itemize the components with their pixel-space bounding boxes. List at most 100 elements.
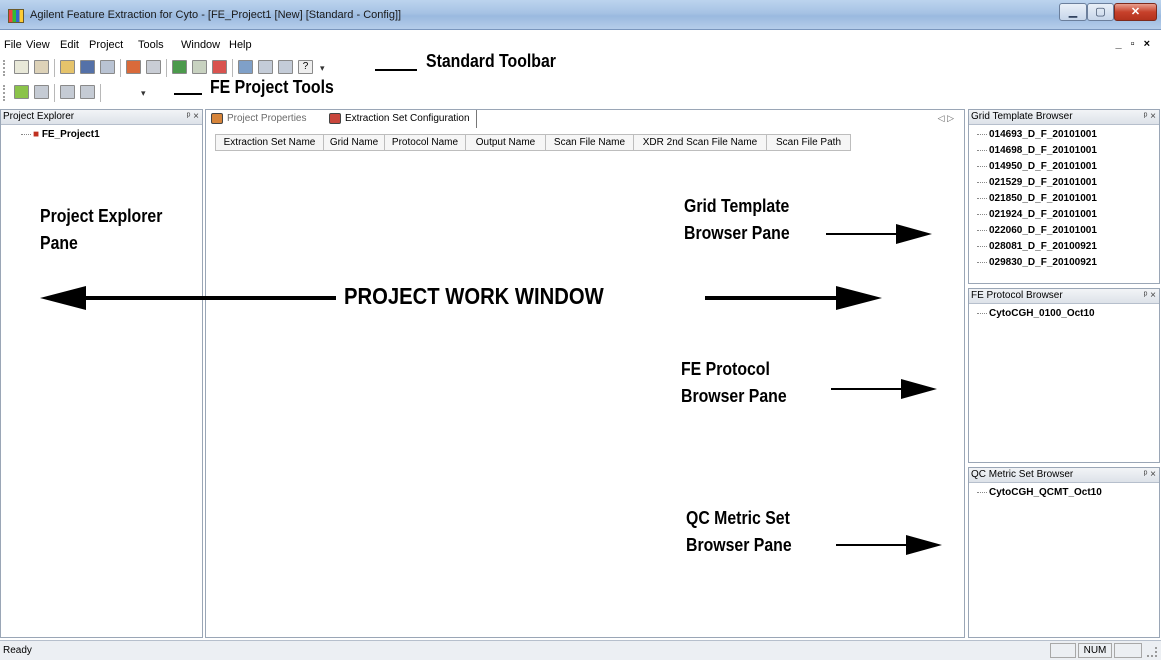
menu-window[interactable]: Window	[181, 39, 220, 51]
pane-pin-close-icons[interactable]: ᵖ ×	[1144, 110, 1156, 124]
save-icon[interactable]	[80, 60, 95, 74]
tree-connector	[977, 312, 987, 314]
tree-connector	[977, 181, 987, 183]
standard-toolbar: ? ▾	[0, 57, 360, 79]
toolbar-overflow-icon[interactable]: ▾	[320, 63, 325, 74]
tab-extraction-set-configuration[interactable]: Extraction Set Configuration	[327, 110, 477, 128]
toolbar-separator	[100, 84, 101, 102]
fe-project-tools-pointer	[174, 93, 202, 95]
annotation-line: Browser Pane	[684, 223, 790, 243]
qc-metric-set-browser-pane: QC Metric Set Browser ᵖ × CytoCGH_QCMT_O…	[968, 467, 1160, 638]
menu-file[interactable]: File	[4, 39, 22, 51]
column-header[interactable]: Scan File Name	[546, 134, 634, 151]
fe-protocol-browser-header: FE Protocol Browser ᵖ ×	[969, 289, 1159, 304]
open-folder-icon[interactable]	[60, 60, 75, 74]
list-item[interactable]: 022060_D_F_20101001	[977, 225, 1097, 236]
item-label: 022060_D_F_20101001	[989, 225, 1097, 236]
paste-set-icon[interactable]	[80, 85, 95, 99]
table-icon[interactable]	[258, 60, 273, 74]
list-icon[interactable]	[146, 60, 161, 74]
tree-item-project[interactable]: ■ FE_Project1	[21, 129, 100, 140]
status-bar: Ready NUM	[0, 640, 1161, 660]
project-explorer-annotation: Project Explorer Pane	[40, 203, 162, 257]
list-item[interactable]: 014693_D_F_20101001	[977, 129, 1097, 140]
toolbar-grip[interactable]	[3, 60, 8, 76]
column-header[interactable]: Scan File Path	[767, 134, 851, 151]
list-item[interactable]: 021529_D_F_20101001	[977, 177, 1097, 188]
toolbar-separator	[166, 59, 167, 77]
tab-scroll-arrows[interactable]: ◁ ▷	[938, 113, 954, 124]
list-item[interactable]: 014698_D_F_20101001	[977, 145, 1097, 156]
close-button[interactable]: ✕	[1114, 3, 1157, 21]
item-label: 028081_D_F_20100921	[989, 241, 1097, 252]
browse-icon[interactable]	[238, 60, 253, 74]
project-explorer-header: Project Explorer ᵖ ×	[1, 110, 202, 125]
tree-connector	[977, 261, 987, 263]
resize-grip[interactable]	[1147, 647, 1157, 657]
app-icon	[8, 9, 24, 23]
toolbar-overflow-icon[interactable]: ▾	[141, 88, 146, 99]
standard-toolbar-annotation: Standard Toolbar	[426, 51, 556, 71]
item-label: 014950_D_F_20101001	[989, 161, 1097, 172]
standard-toolbar-pointer	[375, 69, 417, 71]
help-icon[interactable]: ?	[298, 60, 313, 74]
pane-title: QC Metric Set Browser	[971, 469, 1074, 480]
copy-set-icon[interactable]	[60, 85, 75, 99]
extraction-set-icon	[329, 113, 341, 124]
status-cell-empty	[1050, 643, 1076, 658]
column-header[interactable]: Protocol Name	[385, 134, 466, 151]
list-item[interactable]: CytoCGH_0100_Oct10	[977, 308, 1095, 319]
pane-pin-close-icons[interactable]: ᵖ ×	[1144, 289, 1156, 303]
status-text: Ready	[3, 645, 32, 656]
menu-bar: File View Edit Project Tools Window Help	[0, 37, 1161, 55]
column-header[interactable]: XDR 2nd Scan File Name	[634, 134, 767, 151]
menu-help[interactable]: Help	[229, 39, 252, 51]
mdi-window-controls[interactable]: _ ▫ ×	[1115, 38, 1153, 50]
stop-icon[interactable]	[212, 60, 227, 74]
grid-template-browser-header: Grid Template Browser ᵖ ×	[969, 110, 1159, 125]
arrow-head-left	[40, 286, 86, 310]
toolbar-grip[interactable]	[3, 85, 8, 101]
menu-edit[interactable]: Edit	[60, 39, 79, 51]
tree-item-label: FE_Project1	[41, 129, 100, 140]
menu-tools[interactable]: Tools	[138, 39, 164, 51]
arrow-head	[906, 535, 942, 555]
qc-metric-set-browser-header: QC Metric Set Browser ᵖ ×	[969, 468, 1159, 483]
list-item[interactable]: 029830_D_F_20100921	[977, 257, 1097, 268]
column-header[interactable]: Output Name	[466, 134, 546, 151]
menu-view[interactable]: View	[26, 39, 50, 51]
grid-template-browser-annotation: Grid Template Browser Pane	[684, 193, 790, 247]
run-extraction-icon[interactable]	[14, 85, 29, 99]
list-item[interactable]: CytoCGH_QCMT_Oct10	[977, 487, 1102, 498]
tree-connector	[977, 245, 987, 247]
project-icon: ■	[33, 129, 40, 140]
pane-title: Project Explorer	[3, 111, 75, 122]
report-icon[interactable]	[278, 60, 293, 74]
tab-project-properties[interactable]: Project Properties	[209, 110, 306, 128]
pane-pin-close-icons[interactable]: ᵖ ×	[187, 110, 199, 124]
save-all-icon[interactable]	[100, 60, 115, 74]
protocol-icon[interactable]	[192, 60, 207, 74]
grid-icon[interactable]	[172, 60, 187, 74]
add-scan-icon[interactable]	[126, 60, 141, 74]
list-item[interactable]: 028081_D_F_20100921	[977, 241, 1097, 252]
run-selected-icon[interactable]	[34, 85, 49, 99]
arrow-head-right	[836, 286, 882, 310]
pane-pin-close-icons[interactable]: ᵖ ×	[1144, 468, 1156, 482]
list-item[interactable]: 021850_D_F_20101001	[977, 193, 1097, 204]
minimize-button[interactable]: ▁	[1059, 3, 1087, 21]
list-item[interactable]: 021924_D_F_20101001	[977, 209, 1097, 220]
maximize-button[interactable]: ▢	[1087, 3, 1114, 21]
new-project-icon[interactable]	[14, 60, 29, 74]
column-header[interactable]: Extraction Set Name	[215, 134, 324, 151]
tree-connector	[977, 197, 987, 199]
tree-connector	[977, 165, 987, 167]
new-set-icon[interactable]	[34, 60, 49, 74]
menu-project[interactable]: Project	[89, 39, 123, 51]
item-label: 021850_D_F_20101001	[989, 193, 1097, 204]
list-item[interactable]: 014950_D_F_20101001	[977, 161, 1097, 172]
qc-metric-pointer-arrow	[836, 535, 942, 555]
window-title: Agilent Feature Extraction for Cyto - [F…	[30, 9, 402, 21]
tree-connector	[977, 213, 987, 215]
column-header[interactable]: Grid Name	[324, 134, 385, 151]
